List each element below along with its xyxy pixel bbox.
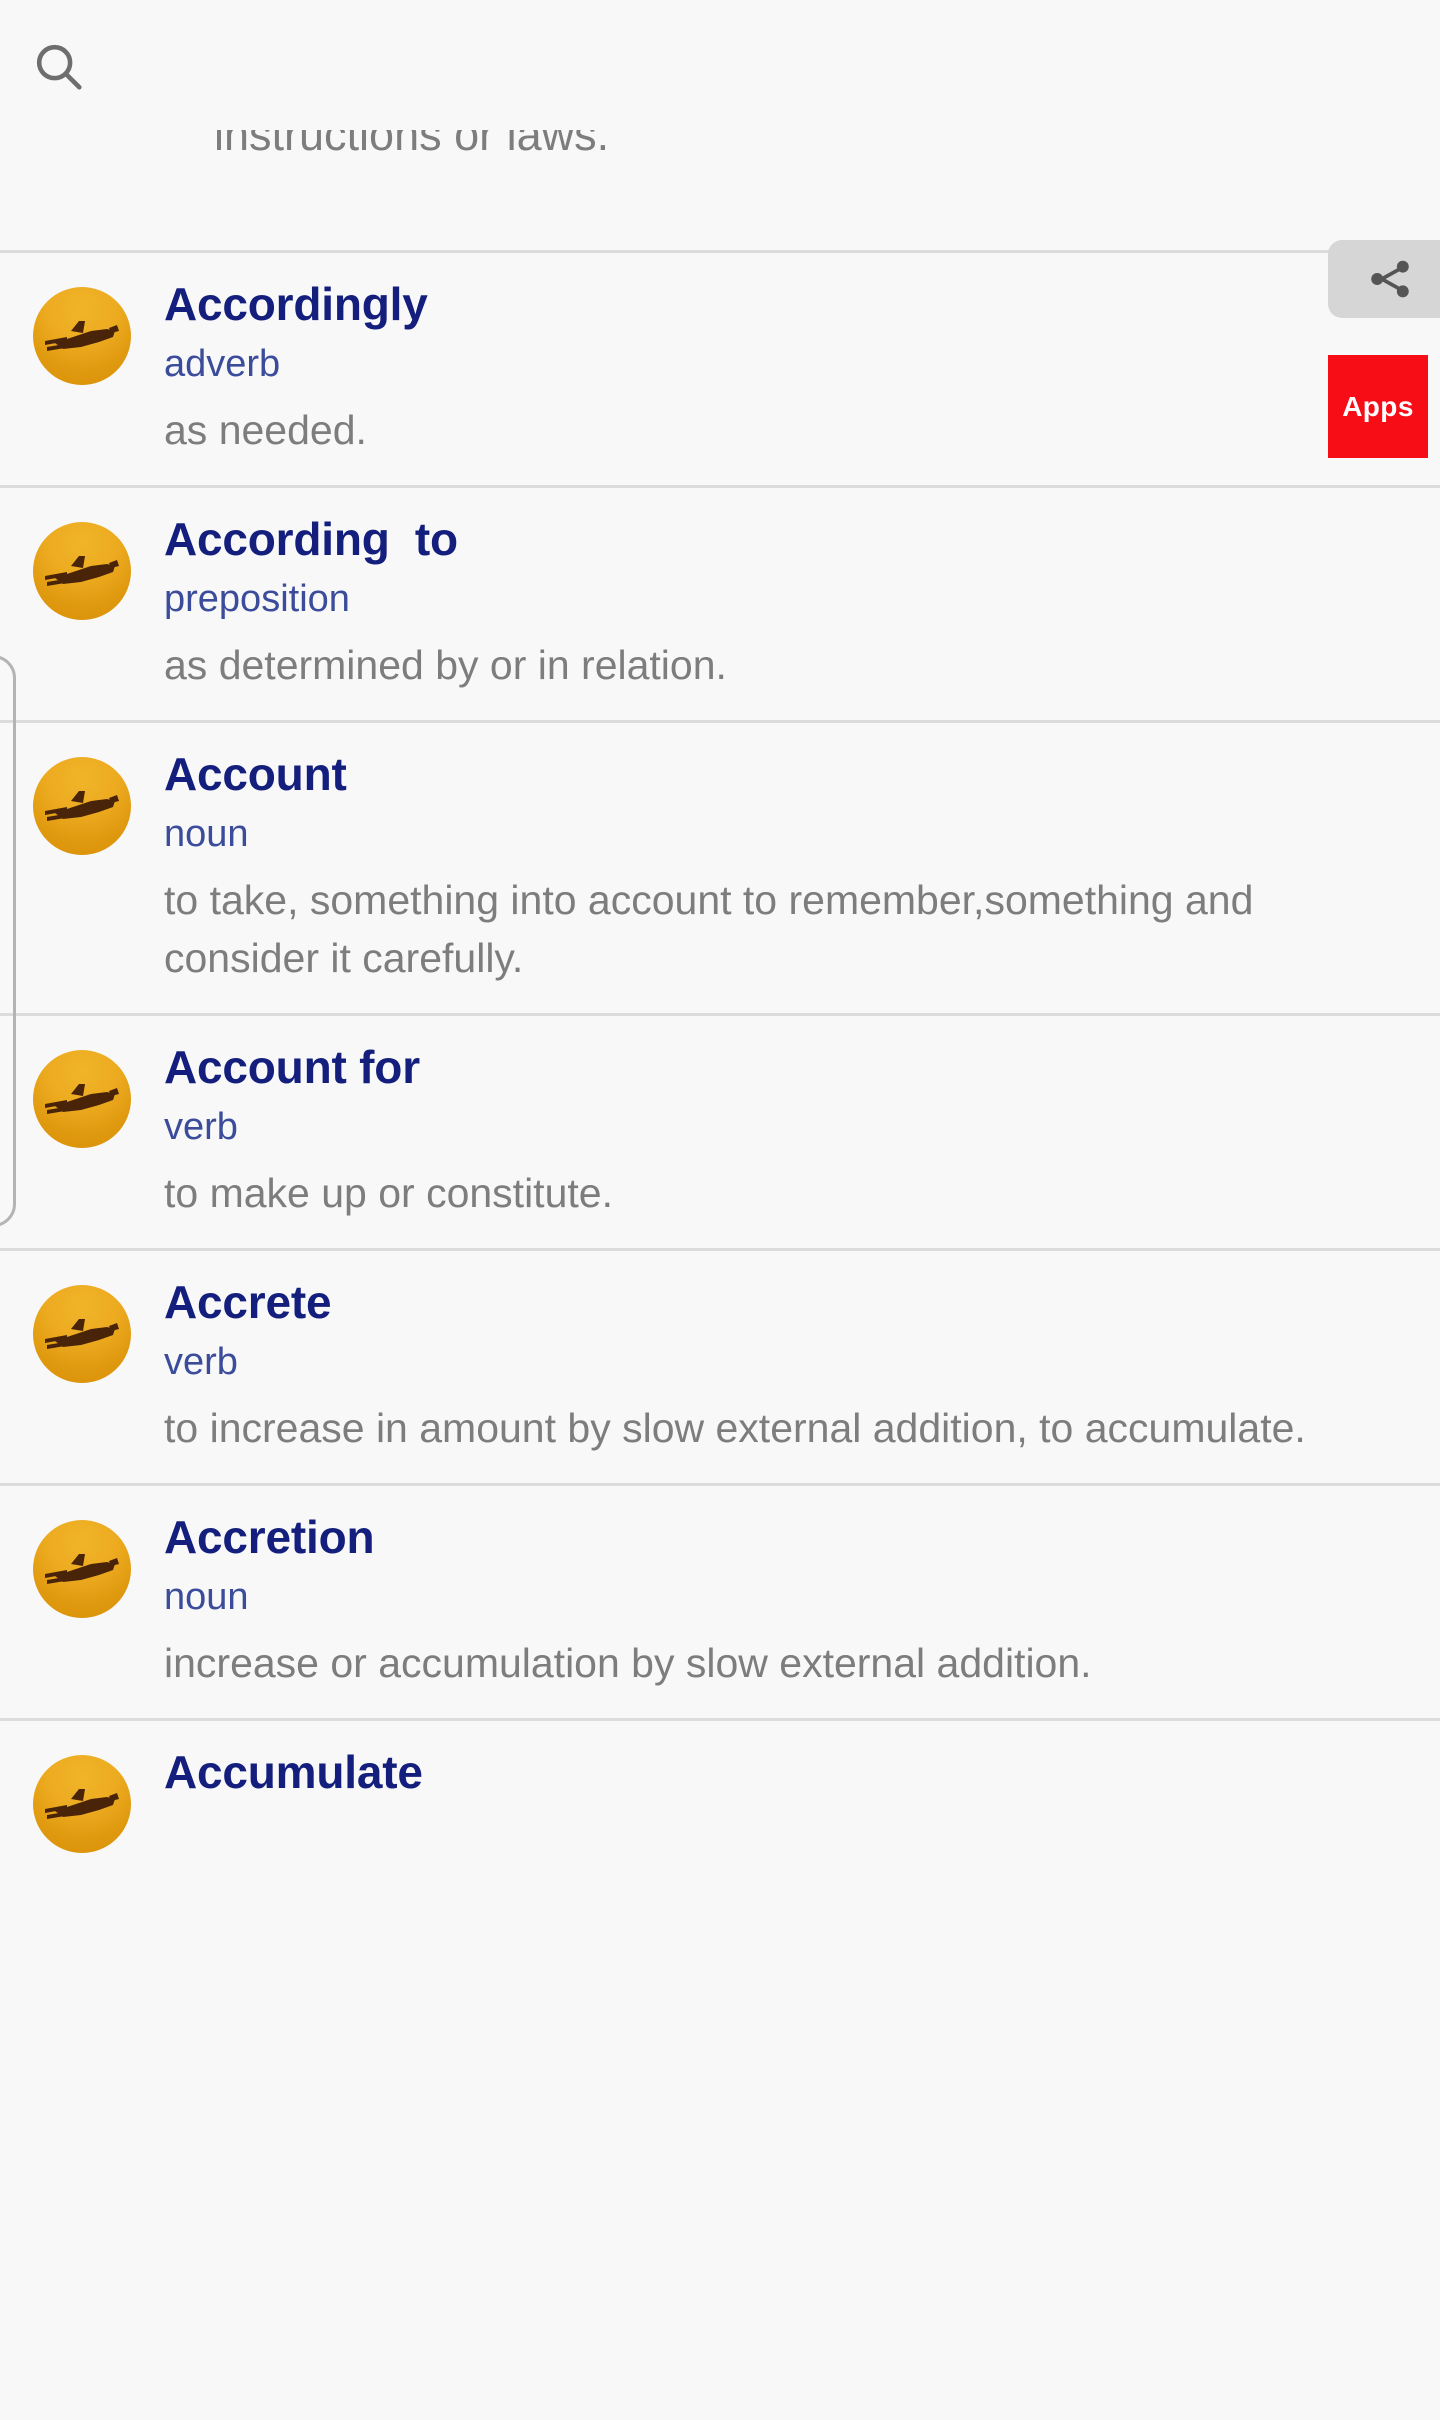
- thumbnail-wrap: [0, 1038, 164, 1148]
- thumbnail-wrap: [0, 275, 164, 385]
- word-title[interactable]: Account for: [164, 1038, 1406, 1096]
- definition-text: to take, something into account to remem…: [164, 877, 1254, 981]
- entry-body: Accordingly adverb as needed.: [164, 275, 1440, 459]
- word-title[interactable]: According to: [164, 510, 1406, 568]
- thumbnail-wrap: [0, 510, 164, 620]
- airplane-sunset-thumbnail: [33, 1285, 131, 1383]
- definition-text: as needed.: [164, 407, 367, 453]
- definition-text: increase or accumulation by slow externa…: [164, 1640, 1092, 1686]
- thumbnail-wrap: [0, 1743, 164, 1853]
- word-title[interactable]: Accrete: [164, 1273, 1406, 1331]
- part-of-speech: verb: [164, 1341, 238, 1383]
- thumbnail-wrap: [0, 1508, 164, 1618]
- list-item[interactable]: Accordingly adverb as needed.: [0, 253, 1440, 485]
- part-of-speech: preposition: [164, 578, 350, 620]
- airplane-sunset-thumbnail: [33, 1520, 131, 1618]
- clipped-definition-text: instructions or laws.: [214, 130, 610, 160]
- airplane-sunset-thumbnail: [33, 757, 131, 855]
- part-of-speech: noun: [164, 813, 249, 855]
- list-item[interactable]: Account for verb to make up or constitut…: [0, 1016, 1440, 1248]
- apps-badge[interactable]: Apps: [1328, 355, 1428, 458]
- list-item[interactable]: Accretion noun increase or accumulation …: [0, 1486, 1440, 1718]
- airplane-sunset-thumbnail: [33, 1755, 131, 1853]
- list-item[interactable]: Accumulate: [0, 1721, 1440, 1879]
- thumbnail-wrap: [0, 1273, 164, 1383]
- entry-body: Accrete verb to increase in amount by sl…: [164, 1273, 1440, 1457]
- entry-body: Accretion noun increase or accumulation …: [164, 1508, 1440, 1692]
- thumbnail-wrap: [0, 745, 164, 855]
- search-icon[interactable]: [28, 36, 90, 98]
- list-item[interactable]: Account noun to take, something into acc…: [0, 723, 1440, 1013]
- dictionary-app-screen: instructions or laws. Accordingly adverb…: [0, 0, 1440, 2420]
- entry-body: Accumulate: [164, 1743, 1440, 1811]
- top-search-bar: [0, 0, 1440, 130]
- entry-body: Account noun to take, something into acc…: [164, 745, 1440, 987]
- part-of-speech: verb: [164, 1106, 238, 1148]
- word-title[interactable]: Accumulate: [164, 1743, 1406, 1801]
- part-of-speech: adverb: [164, 343, 281, 385]
- entry-body: According to preposition as determined b…: [164, 510, 1440, 694]
- part-of-speech: noun: [164, 1576, 249, 1618]
- apps-badge-label: Apps: [1342, 391, 1414, 422]
- share-button[interactable]: [1328, 240, 1440, 318]
- list-item[interactable]: Accrete verb to increase in amount by sl…: [0, 1251, 1440, 1483]
- list-item[interactable]: According to preposition as determined b…: [0, 488, 1440, 720]
- airplane-sunset-thumbnail: [33, 287, 131, 385]
- clipped-previous-entry: instructions or laws.: [0, 130, 1440, 250]
- airplane-sunset-thumbnail: [33, 1050, 131, 1148]
- word-title[interactable]: Account: [164, 745, 1406, 803]
- definition-text: as determined by or in relation.: [164, 642, 727, 688]
- entry-body: Account for verb to make up or constitut…: [164, 1038, 1440, 1222]
- airplane-sunset-thumbnail: [33, 522, 131, 620]
- share-icon: [1371, 260, 1409, 298]
- word-list[interactable]: Accordingly adverb as needed. According …: [0, 250, 1440, 1879]
- word-title[interactable]: Accordingly: [164, 275, 1406, 333]
- definition-text: to increase in amount by slow external a…: [164, 1405, 1306, 1451]
- definition-text: to make up or constitute.: [164, 1170, 613, 1216]
- word-title[interactable]: Accretion: [164, 1508, 1406, 1566]
